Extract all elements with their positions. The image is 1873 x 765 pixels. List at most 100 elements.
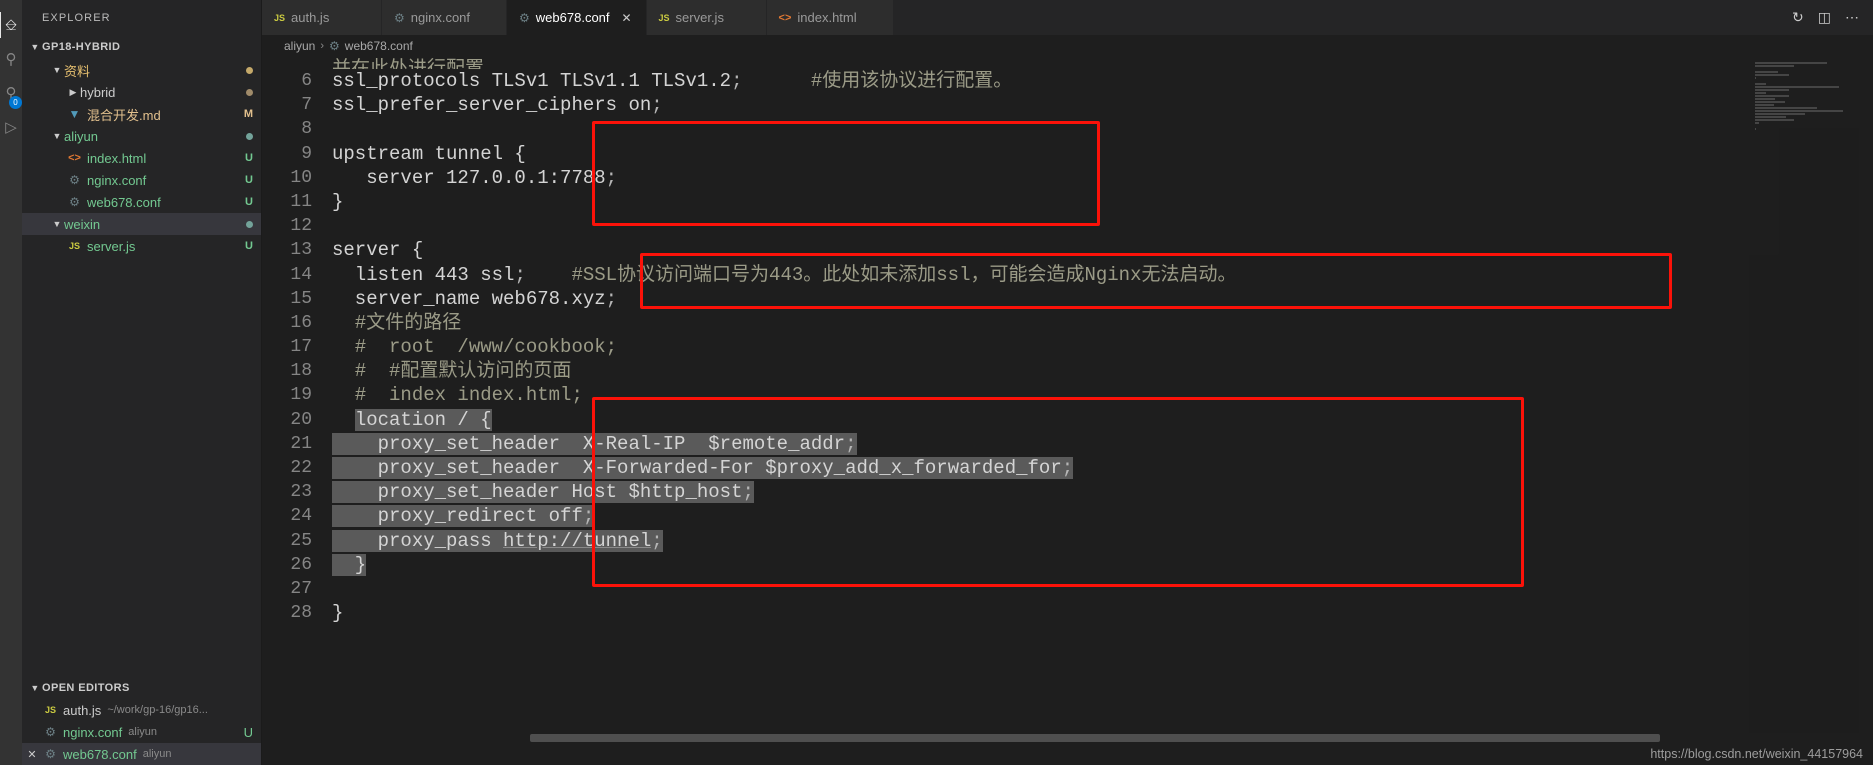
code-line[interactable]: 17 # root /www/cookbook; xyxy=(262,335,1873,359)
tree-item-aliyun[interactable]: ▼ aliyun xyxy=(22,125,261,147)
source-control-icon[interactable]: ⚲ 0 xyxy=(1,76,22,110)
tree-item-index-html[interactable]: <> index.html U xyxy=(22,147,261,169)
minimap-line xyxy=(1755,92,1766,94)
code-line[interactable]: 19 # index index.html; xyxy=(262,383,1873,407)
code-text[interactable]: } xyxy=(324,601,1873,625)
code-text[interactable]: server_name web678.xyz; xyxy=(324,287,1873,311)
code-line[interactable]: 26 } xyxy=(262,553,1873,577)
open-editor-auth-js[interactable]: JS auth.js ~/work/gp-16/gp16... xyxy=(22,699,261,721)
run-file-icon[interactable]: ↻ xyxy=(1792,9,1804,26)
code-text[interactable]: ····proxy_redirect off; xyxy=(324,504,1873,528)
code-text[interactable]: ····proxy_pass http://tunnel; xyxy=(324,529,1873,553)
code-line[interactable]: 23 ····proxy_set_header Host $http_host; xyxy=(262,480,1873,504)
code-text[interactable]: # #配置默认访问的页面 xyxy=(324,359,1873,383)
gear-icon: ⚙ xyxy=(394,10,405,25)
open-editor-path: aliyun xyxy=(128,726,158,738)
vertical-scrollbar[interactable] xyxy=(1859,57,1873,733)
code-text[interactable]: } xyxy=(324,190,1873,214)
code-line[interactable]: 9 upstream tunnel { xyxy=(262,142,1873,166)
minimap-line xyxy=(1755,104,1774,106)
code-text[interactable]: ssl_protocols TLSv1 TLSv1.1 TLSv1.2; #使用… xyxy=(324,69,1873,93)
code-line[interactable]: 14 listen 443 ssl; #SSL协议访问端口号为443。此处如未添… xyxy=(262,263,1873,287)
tree-item-ziliao[interactable]: ▼ 资料 xyxy=(22,59,261,81)
code-text[interactable]: ····proxy_set_header X-Forwarded-For $pr… xyxy=(324,456,1873,480)
code-line[interactable]: 21 ····proxy_set_header X-Real-IP $remote… xyxy=(262,432,1873,456)
code-line[interactable]: 25 ····proxy_pass http://tunnel; xyxy=(262,529,1873,553)
code-text[interactable]: } xyxy=(324,553,1873,577)
code-text[interactable]: # index index.html; xyxy=(324,383,1873,407)
open-editors-header[interactable]: ▼ OPEN EDITORS xyxy=(22,676,261,699)
workspace-label: GP18-HYBRID xyxy=(42,40,121,53)
code-token: listen 443 ssl xyxy=(332,263,515,286)
tree-item-nginx-conf[interactable]: ⚙ nginx.conf U xyxy=(22,169,261,191)
close-icon[interactable]: ✕ xyxy=(620,11,634,25)
code-editor[interactable]: 并在此处进行配置。 6 ssl_protocols TLSv1 TLSv1.1 TL… xyxy=(262,57,1873,733)
code-text[interactable]: #文件的路径 xyxy=(324,311,1873,335)
line-number: 7 xyxy=(301,95,312,116)
tab-index-html[interactable]: <> index.html ✕ xyxy=(766,0,894,35)
code-line[interactable]: 7 ssl_prefer_server_ciphers on; xyxy=(262,93,1873,117)
horizontal-scrollbar[interactable] xyxy=(262,733,1873,743)
code-text[interactable]: # root /www/cookbook; xyxy=(324,335,1873,359)
minimap-line xyxy=(1755,83,1766,85)
code-line[interactable]: 11} xyxy=(262,190,1873,214)
gear-icon: ⚙ xyxy=(45,747,56,761)
git-status-badge: U xyxy=(245,196,253,208)
code-line[interactable]: 20 location / { xyxy=(262,408,1873,432)
breadcrumb-folder[interactable]: aliyun xyxy=(284,39,315,53)
line-number: 13 xyxy=(290,240,312,261)
html-icon: <> xyxy=(778,11,792,24)
code-token: ; xyxy=(731,70,743,92)
search-icon[interactable]: ⚲ xyxy=(1,42,21,76)
minimap[interactable] xyxy=(1749,57,1859,733)
code-text[interactable]: ssl_prefer_server_ciphers on; xyxy=(324,93,1873,117)
line-number: 15 xyxy=(290,288,312,309)
code-line[interactable]: 22 ····proxy_set_header X-Forwarded-For $… xyxy=(262,456,1873,480)
code-line[interactable]: 15 server_name web678.xyz; xyxy=(262,287,1873,311)
code-line[interactable]: 13 server { xyxy=(262,238,1873,262)
code-token: ; xyxy=(742,481,754,504)
close-icon[interactable]: ✕ xyxy=(22,748,42,761)
tree-item-weixin[interactable]: ▼ weixin xyxy=(22,213,261,235)
tab-auth-js[interactable]: JS auth.js ✕ xyxy=(262,0,382,35)
tree-item-hybrid[interactable]: ▶ hybrid xyxy=(22,81,261,103)
code-line[interactable]: 12 xyxy=(262,214,1873,238)
scrollbar-thumb[interactable] xyxy=(530,734,1660,742)
tree-item-hunhekaifa-md[interactable]: ▼ 混合开发.md M xyxy=(22,103,261,125)
code-line[interactable]: 16 #文件的路径 xyxy=(262,311,1873,335)
open-editor-web678-conf[interactable]: ✕ ⚙ web678.conf aliyun xyxy=(22,743,261,765)
tab-server-js[interactable]: JS server.js ✕ xyxy=(646,0,767,35)
code-text[interactable]: ····proxy_set_header Host $http_host; xyxy=(324,480,1873,504)
code-line[interactable]: 24 ····proxy_redirect off; xyxy=(262,504,1873,528)
code-text[interactable]: server 127.0.0.1:7788; xyxy=(324,166,1873,190)
line-number: 11 xyxy=(290,191,312,212)
minimap-line xyxy=(1755,95,1789,97)
tab-nginx-conf[interactable]: ⚙ nginx.conf ✕ xyxy=(382,0,508,35)
code-text[interactable]: location / { xyxy=(324,408,1873,432)
code-line[interactable]: 6 ssl_protocols TLSv1 TLSv1.1 TLSv1.2; #使… xyxy=(262,69,1873,93)
run-debug-icon[interactable]: ▷ xyxy=(1,110,21,144)
code-text[interactable]: server { xyxy=(324,238,1873,262)
git-status-badge: U xyxy=(243,724,253,740)
workspace-root-row[interactable]: ▼ GP18-HYBRID xyxy=(22,35,261,58)
file-tree: ▼ 资料 ▶ hybrid ▼ 混合开发.md M ▼ aliyun <> in… xyxy=(22,58,261,257)
more-actions-icon[interactable]: ⋯ xyxy=(1845,9,1859,26)
code-line[interactable]: 10 server 127.0.0.1:7788; xyxy=(262,166,1873,190)
tab-web678-conf[interactable]: ⚙ web678.conf ✕ xyxy=(507,0,647,35)
open-editor-nginx-conf[interactable]: ⚙ nginx.conf aliyun U xyxy=(22,721,261,743)
code-line[interactable]: 8 xyxy=(262,117,1873,141)
code-line[interactable]: 28} xyxy=(262,601,1873,625)
git-status-dot xyxy=(246,132,253,140)
split-editor-right-icon[interactable]: ◫ xyxy=(1818,9,1831,26)
code-text[interactable]: ····proxy_set_header X-Real-IP $remote_a… xyxy=(324,432,1873,456)
code-text[interactable]: upstream tunnel { xyxy=(324,142,1873,166)
line-number: 12 xyxy=(290,216,312,237)
breadcrumb-file[interactable]: web678.conf xyxy=(345,39,413,53)
code-text[interactable]: listen 443 ssl; #SSL协议访问端口号为443。此处如未添加ss… xyxy=(324,263,1873,287)
explorer-icon[interactable]: ⎒ xyxy=(0,8,21,42)
tree-item-server-js[interactable]: JS server.js U xyxy=(22,235,261,257)
code-line[interactable]: 27 xyxy=(262,577,1873,601)
code-line[interactable]: 18 # #配置默认访问的页面 xyxy=(262,359,1873,383)
code-lines[interactable]: 并在此处进行配置。 6 ssl_protocols TLSv1 TLSv1.1 TL… xyxy=(262,57,1873,733)
tree-item-web678-conf[interactable]: ⚙ web678.conf U xyxy=(22,191,261,213)
